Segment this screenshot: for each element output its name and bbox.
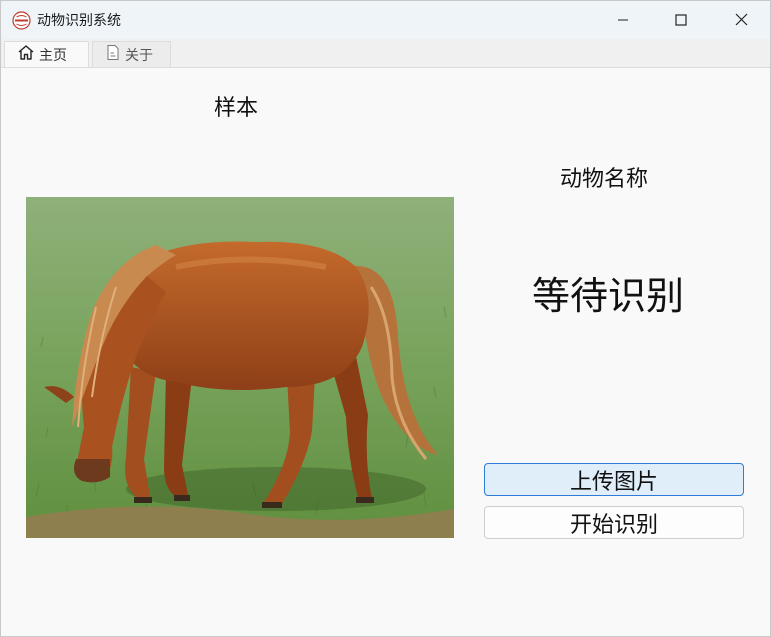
tab-about[interactable]: 关于 <box>92 41 171 67</box>
home-icon <box>17 44 39 65</box>
maximize-icon <box>675 11 687 30</box>
tab-about-label: 关于 <box>125 47 153 64</box>
upload-image-button[interactable]: 上传图片 <box>484 463 744 496</box>
start-recognition-button[interactable]: 开始识别 <box>484 506 744 539</box>
animal-name-label: 动物名称 <box>560 167 649 192</box>
app-logo-icon <box>12 11 31 30</box>
app-window: 动物识别系统 主页 关于 样本 动物名称 等待识别 上传图片 开始识别 <box>0 0 771 637</box>
recognition-result: 等待识别 <box>532 274 685 318</box>
window-title: 动物识别系统 <box>37 13 121 29</box>
tab-bar: 主页 关于 <box>1 39 770 68</box>
title-bar[interactable]: 动物识别系统 <box>1 1 770 39</box>
close-icon <box>735 11 748 30</box>
document-icon <box>105 44 125 65</box>
sample-image <box>26 197 454 538</box>
minimize-button[interactable] <box>594 1 652 39</box>
sample-label: 样本 <box>214 96 259 121</box>
tab-home-label: 主页 <box>39 47 67 64</box>
tab-home[interactable]: 主页 <box>4 41 89 67</box>
minimize-icon <box>617 11 629 30</box>
maximize-button[interactable] <box>652 1 710 39</box>
close-button[interactable] <box>712 1 770 39</box>
